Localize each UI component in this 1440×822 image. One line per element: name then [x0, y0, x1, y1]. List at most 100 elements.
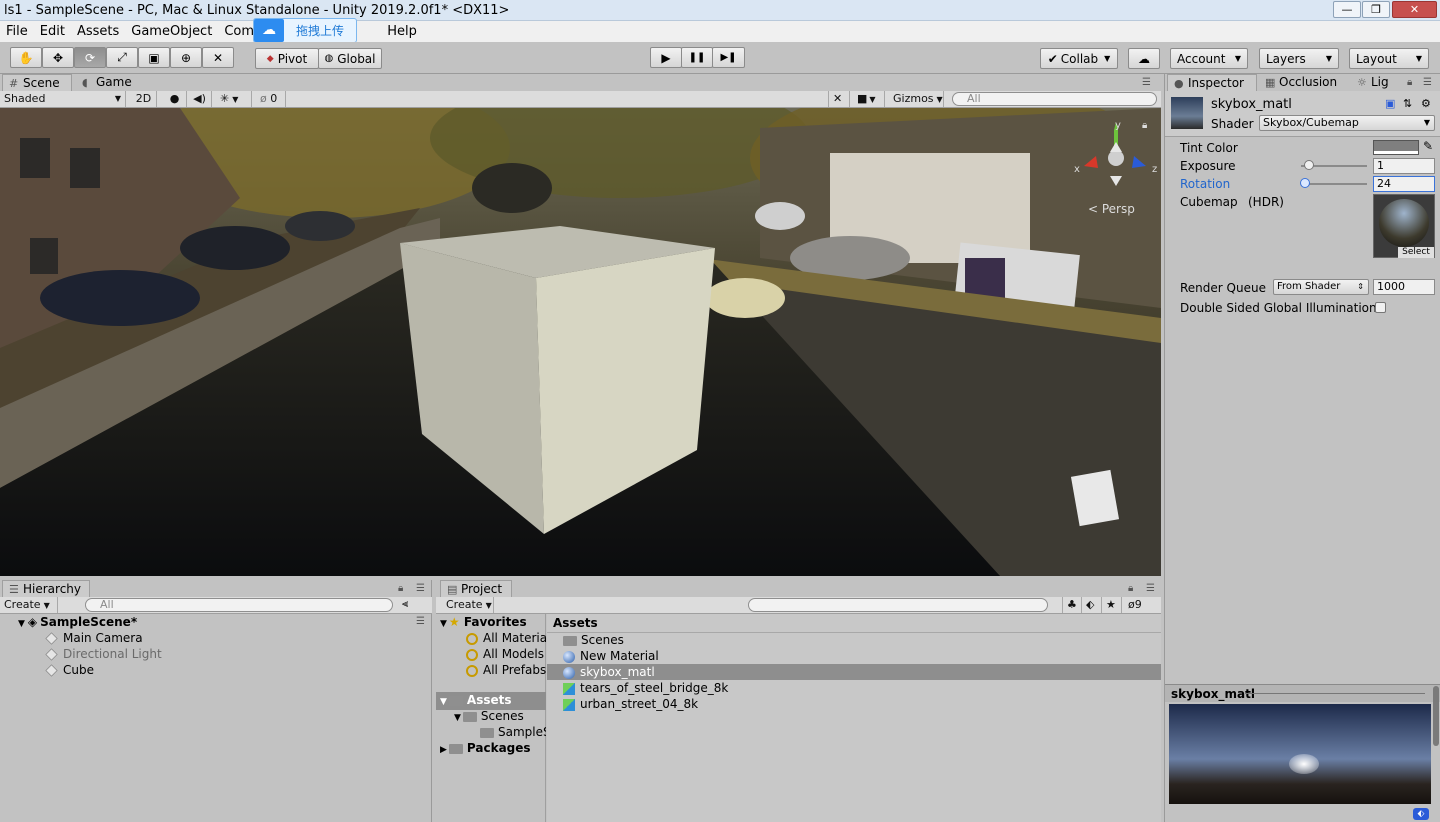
menu-gameobject[interactable]: GameObject: [125, 24, 218, 39]
favorite-button[interactable]: ★: [1102, 597, 1122, 613]
toggle-2d-button[interactable]: 2D: [131, 91, 157, 107]
expand-arrow-icon: ▼: [440, 697, 447, 707]
camera-dropdown[interactable]: ■ ▼: [853, 91, 885, 107]
file-label: urban_street_04_8k: [580, 697, 699, 711]
pause-button[interactable]: ❚❚: [681, 47, 713, 68]
hand-tool-button[interactable]: ✋: [10, 47, 42, 68]
transform-icon: ⊕: [180, 50, 192, 65]
panel-menu-icon[interactable]: ☰: [1423, 77, 1432, 88]
lighting-toggle[interactable]: ●: [163, 91, 187, 107]
scene-viewport[interactable]: y x z 🔒︎ < Persp: [0, 108, 1161, 576]
tab-inspector[interactable]: ● Inspector: [1167, 74, 1257, 91]
file-item-new-material[interactable]: New Material: [563, 648, 659, 664]
double-sided-gi-checkbox[interactable]: [1375, 302, 1386, 313]
hidden-objects-toggle[interactable]: ø 0: [256, 91, 286, 107]
exposure-slider-thumb[interactable]: [1304, 160, 1315, 170]
eyedropper-icon[interactable]: ✎: [1423, 139, 1433, 153]
shading-dropdown[interactable]: Shaded ▼: [0, 91, 126, 107]
cloud-button[interactable]: ☁: [1128, 48, 1160, 69]
favorite-item[interactable]: All Materia: [466, 630, 547, 646]
layers-dropdown[interactable]: Layers ▼: [1259, 48, 1339, 69]
pivot-label: Pivot: [277, 51, 308, 66]
lock-icon[interactable]: 🔒︎: [1407, 77, 1412, 88]
upload-badge[interactable]: ☁ 拖拽上传: [253, 18, 357, 43]
project-search-input[interactable]: [748, 598, 1048, 612]
persp-label[interactable]: < Persp: [1088, 202, 1135, 216]
account-dropdown[interactable]: Account ▼: [1170, 48, 1248, 69]
favorite-item[interactable]: All Prefabs: [466, 662, 546, 678]
project-breadcrumb[interactable]: Assets: [553, 615, 598, 631]
preview-scrollbar[interactable]: [1433, 686, 1439, 746]
tab-scene[interactable]: # Scene: [2, 74, 72, 91]
effects-dropdown[interactable]: ✳ ▼: [216, 91, 252, 107]
lock-icon[interactable]: 🔒︎: [1142, 120, 1147, 131]
tab-project[interactable]: ▤ Project: [440, 580, 512, 597]
filter-type-button[interactable]: ♣: [1062, 597, 1082, 613]
hierarchy-search-input[interactable]: All: [85, 598, 393, 612]
file-item-urban-street[interactable]: urban_street_04_8k: [563, 696, 698, 712]
rotation-field[interactable]: 24: [1373, 176, 1435, 192]
hierarchy-item-main-camera[interactable]: Main Camera: [45, 630, 143, 646]
exposure-field[interactable]: 1: [1373, 158, 1435, 174]
step-button[interactable]: ▶❚: [712, 47, 745, 68]
scale-tool-button[interactable]: ⤢: [106, 47, 138, 68]
move-tool-button[interactable]: ✥: [42, 47, 74, 68]
global-toggle[interactable]: ◍ Global: [318, 48, 382, 69]
gizmos-dropdown[interactable]: Gizmos ▼: [889, 91, 944, 107]
play-button[interactable]: ▶: [650, 47, 682, 68]
pivot-toggle[interactable]: ◆ Pivot: [255, 48, 319, 69]
minimize-button[interactable]: —: [1333, 1, 1361, 18]
rotation-slider-track[interactable]: [1301, 183, 1367, 185]
custom-tool-button[interactable]: ✕: [202, 47, 234, 68]
project-create-dropdown[interactable]: Create ▼: [442, 597, 494, 613]
gear-icon[interactable]: ⚙: [1421, 97, 1431, 110]
layout-dropdown[interactable]: Layout ▼: [1349, 48, 1429, 69]
hierarchy-filter-icon[interactable]: ⫷: [402, 597, 408, 611]
shader-dropdown[interactable]: Skybox/Cubemap ▼: [1259, 115, 1435, 131]
menu-edit[interactable]: Edit: [34, 24, 71, 39]
cubemap-select-button[interactable]: Select: [1398, 247, 1434, 258]
rect-tool-button[interactable]: ▣: [138, 47, 170, 68]
skybox-preview[interactable]: [1169, 704, 1431, 804]
scene-search-input[interactable]: All: [952, 92, 1157, 106]
render-queue-dropdown[interactable]: From Shader ⇕: [1273, 279, 1369, 295]
render-queue-field[interactable]: 1000: [1373, 279, 1435, 295]
hidden-packages-toggle[interactable]: ø9: [1124, 597, 1160, 613]
tab-occlusion[interactable]: ▦ Occlusion: [1259, 74, 1349, 91]
panel-menu-icon[interactable]: ☰: [1142, 77, 1151, 88]
lock-icon[interactable]: 🔒︎: [1128, 583, 1133, 594]
menu-help[interactable]: Help: [381, 24, 423, 39]
tint-color-swatch[interactable]: [1373, 140, 1419, 155]
tab-hierarchy[interactable]: ☰ Hierarchy: [2, 580, 90, 597]
file-item-skybox-matl[interactable]: skybox_matl: [563, 664, 655, 680]
cubemap-slot[interactable]: Select: [1373, 194, 1435, 258]
audio-toggle[interactable]: ◀): [188, 91, 212, 107]
file-item-scenes[interactable]: Scenes: [563, 632, 624, 648]
panel-menu-icon[interactable]: ☰: [416, 583, 425, 594]
collab-dropdown[interactable]: ✔ Collab ▼: [1040, 48, 1118, 69]
hierarchy-create-dropdown[interactable]: Create ▼: [0, 597, 58, 613]
rotation-slider-thumb[interactable]: [1300, 178, 1311, 188]
filter-label-button[interactable]: ⬖: [1082, 597, 1102, 613]
transform-tool-button[interactable]: ⊕: [170, 47, 202, 68]
packages-tree-item[interactable]: ▶ Packages: [440, 740, 531, 758]
help-icon[interactable]: ▣: [1385, 97, 1395, 110]
preset-icon[interactable]: ⇅: [1403, 97, 1412, 110]
menu-assets[interactable]: Assets: [71, 24, 125, 39]
hierarchy-item-cube[interactable]: Cube: [45, 662, 94, 678]
maximize-button[interactable]: ❐: [1362, 1, 1390, 18]
scene-menu-icon[interactable]: ☰: [416, 616, 425, 627]
rotate-tool-button[interactable]: ⟳: [74, 47, 106, 68]
tools-settings-button[interactable]: ✕: [828, 91, 850, 107]
menu-file[interactable]: File: [0, 24, 34, 39]
tab-game[interactable]: ◖ Game: [76, 74, 146, 91]
hierarchy-item-directional-light[interactable]: Directional Light: [45, 646, 162, 662]
favorite-item[interactable]: All Models: [466, 646, 544, 662]
lock-icon[interactable]: 🔒︎: [398, 583, 403, 594]
file-item-tears-of-steel[interactable]: tears_of_steel_bridge_8k: [563, 680, 728, 696]
close-button[interactable]: ✕: [1392, 1, 1437, 18]
panel-menu-icon[interactable]: ☰: [1146, 583, 1155, 594]
tag-icon[interactable]: ⬖: [1413, 808, 1429, 820]
tab-lighting[interactable]: ☼ Lig: [1351, 74, 1403, 91]
samplescene-tree-item[interactable]: SampleS: [480, 724, 546, 740]
